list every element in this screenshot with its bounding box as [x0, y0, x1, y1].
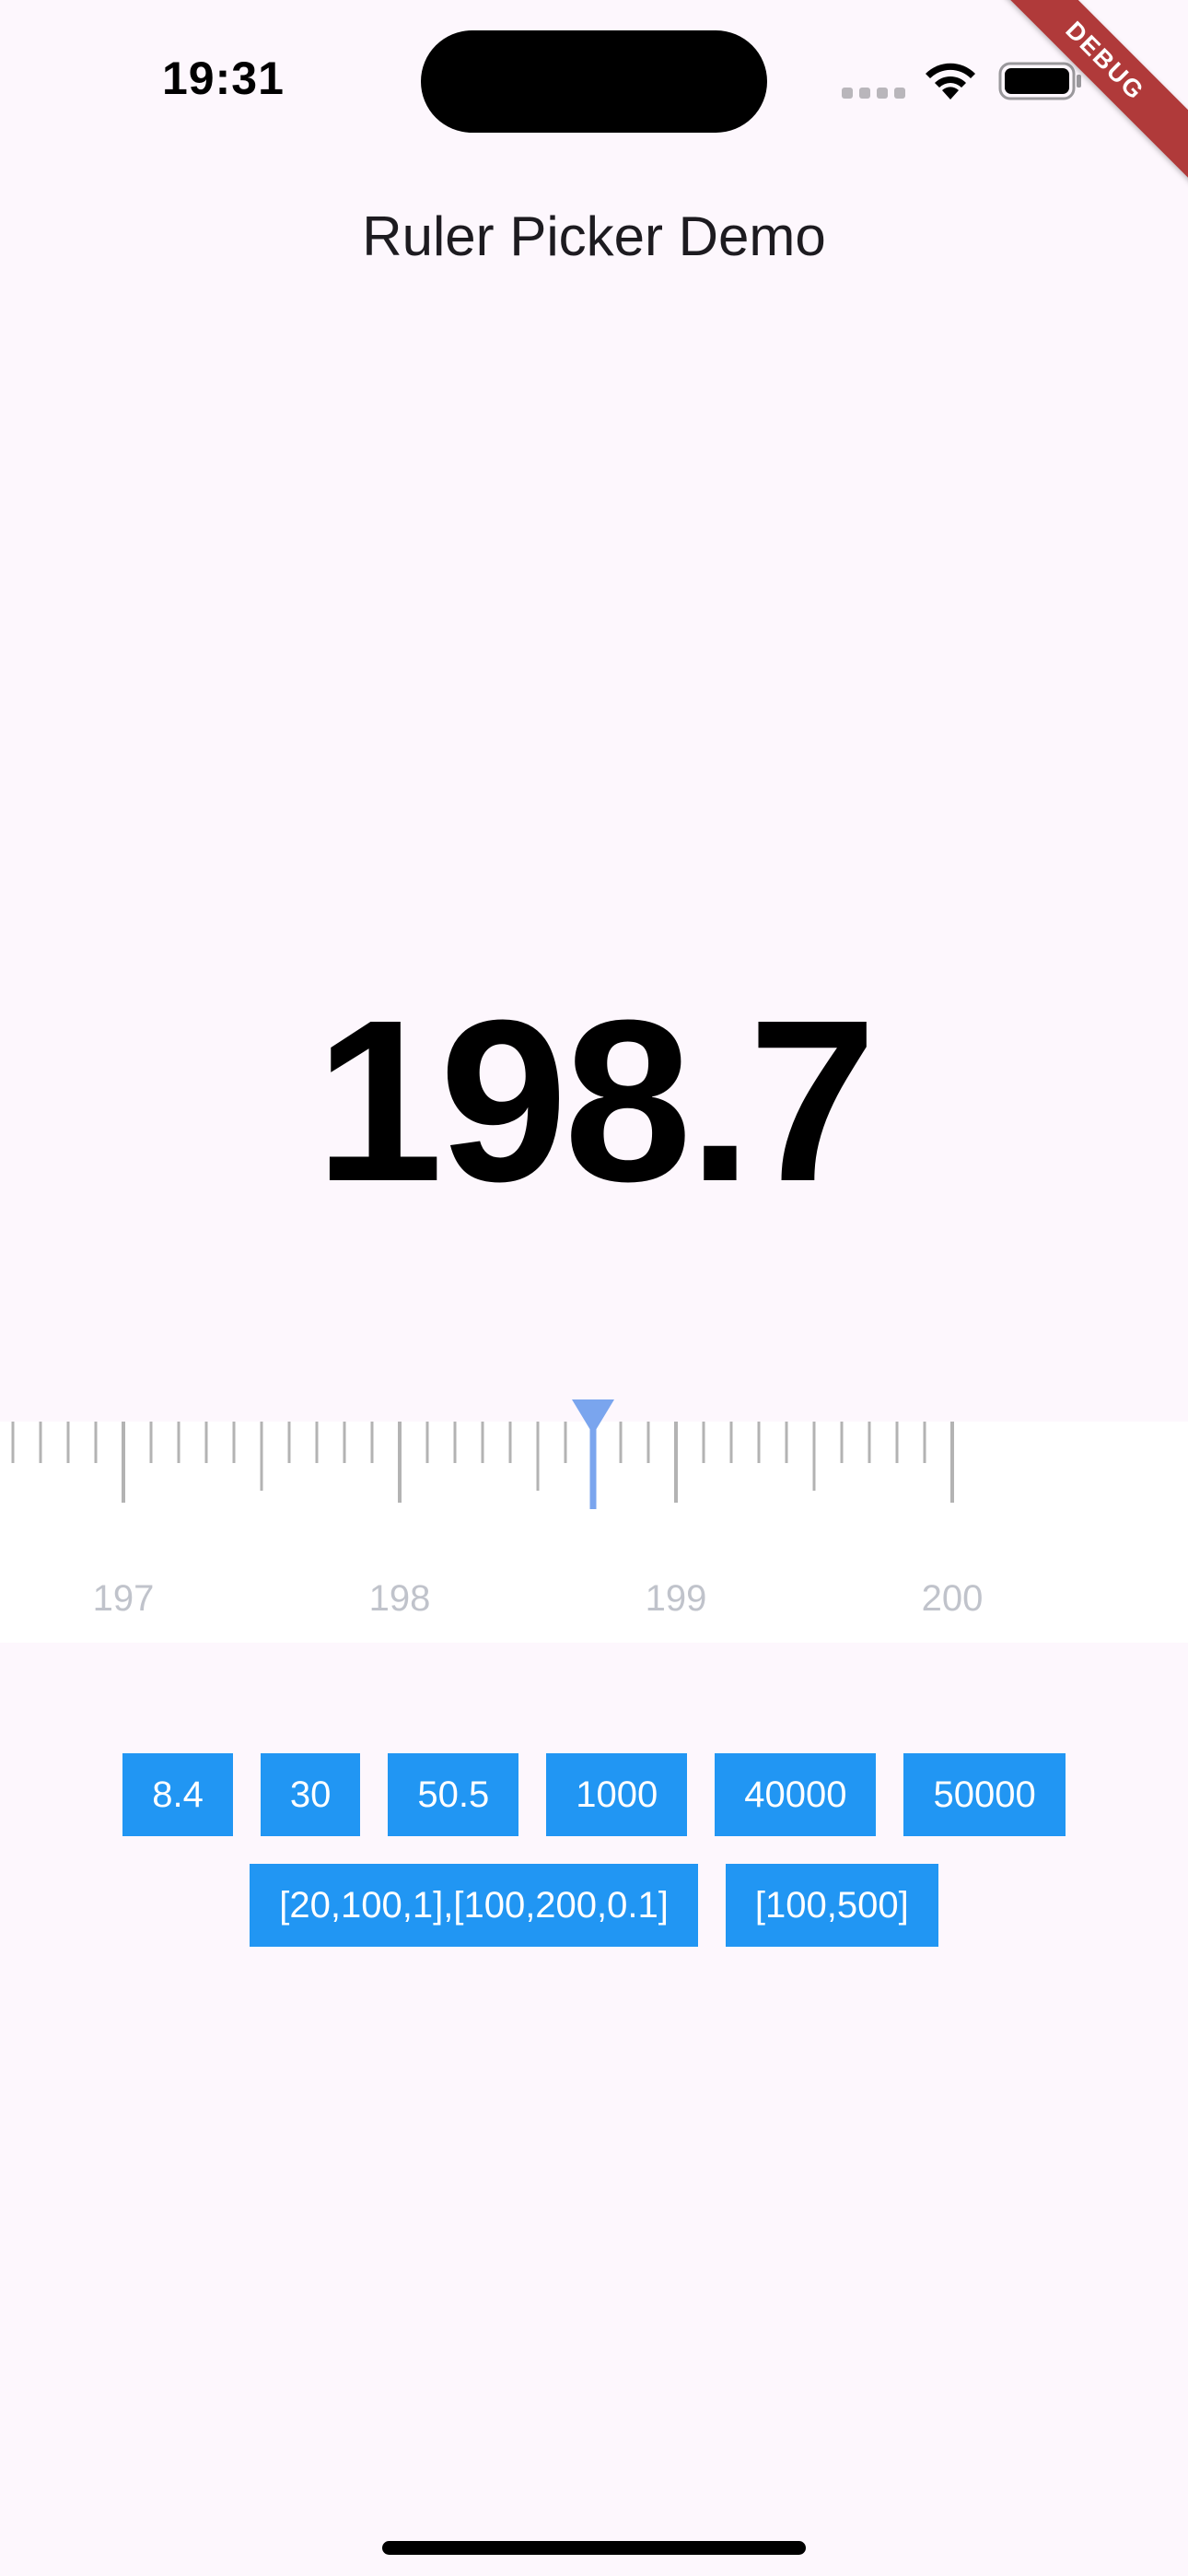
preset-button[interactable]: [20,100,1],[100,200,0.1]: [250, 1864, 698, 1947]
ruler-tick-label: 197: [93, 1578, 155, 1619]
preset-button[interactable]: 50000: [903, 1753, 1066, 1836]
preset-buttons-row-1: 8.4 30 50.5 1000 40000 50000: [0, 1753, 1188, 1836]
preset-button[interactable]: 40000: [715, 1753, 877, 1836]
preset-buttons-row-2: [20,100,1],[100,200,0.1] [100,500]: [0, 1864, 1188, 1947]
preset-button[interactable]: 8.4: [122, 1753, 233, 1836]
signal-dots-icon: [842, 88, 906, 99]
status-time: 19:31: [162, 53, 285, 104]
status-bar: 19:31: [0, 0, 1188, 157]
preset-button[interactable]: 1000: [546, 1753, 688, 1836]
wifi-icon: [926, 63, 975, 100]
ruler-scale[interactable]: 197 198 199 200: [0, 1399, 1188, 1643]
preset-button[interactable]: 50.5: [388, 1753, 519, 1836]
ruler-tick-label: 199: [646, 1578, 707, 1619]
preset-button[interactable]: 30: [260, 1753, 361, 1836]
home-indicator[interactable]: [382, 2541, 806, 2555]
dynamic-island: [421, 30, 767, 133]
ruler-indicator-pointer: [572, 1399, 614, 1434]
ruler-picker[interactable]: 197 198 199 200: [0, 1399, 1188, 1643]
battery-icon: [998, 62, 1081, 100]
ruler-tick-label: 200: [922, 1578, 984, 1619]
preset-button[interactable]: [100,500]: [725, 1864, 938, 1947]
ruler-tick-label: 198: [369, 1578, 431, 1619]
current-value: 198.7: [315, 972, 877, 1229]
page-title: Ruler Picker Demo: [362, 205, 826, 267]
